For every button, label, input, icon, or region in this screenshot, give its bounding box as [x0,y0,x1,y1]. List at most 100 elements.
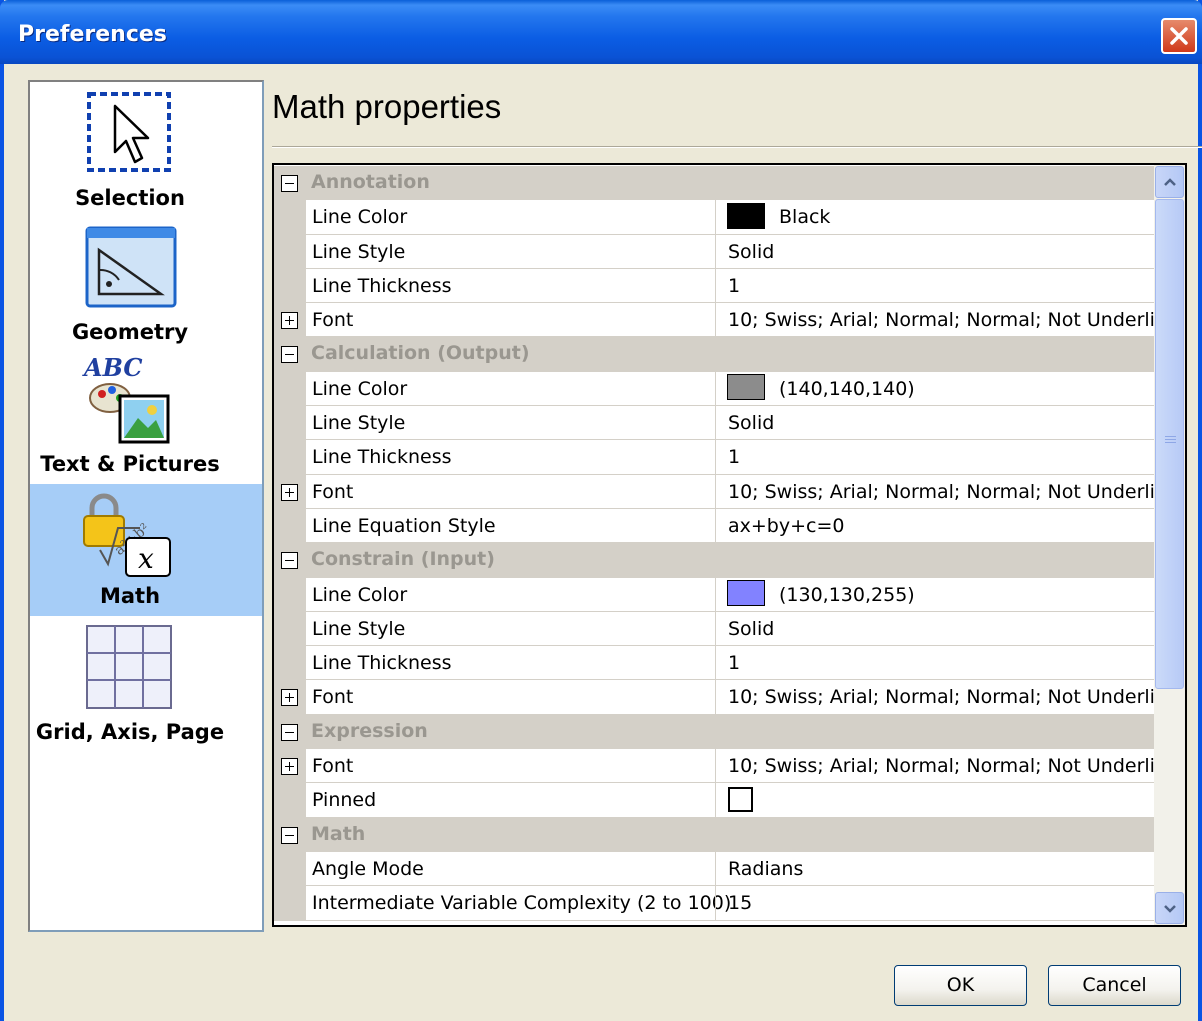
property-value[interactable]: Solid [715,406,1154,441]
category-name: Expression [311,719,428,742]
property-row[interactable]: Font 10; Swiss; Arial; Normal; Normal; No… [274,474,1154,509]
property-value-text: Solid [728,412,775,435]
math-icon: a²+b² x [83,493,171,577]
property-row[interactable]: Line Style Solid [274,406,1154,441]
category-row[interactable]: Annotation [274,166,1154,201]
collapse-icon[interactable] [281,175,298,192]
property-value[interactable]: 1 [715,646,1154,681]
title-bar[interactable]: Preferences [0,0,1202,64]
chevron-down-icon [1164,905,1176,913]
preferences-window: Preferences Selection Geometry ABC Text … [0,0,1202,1021]
category-row[interactable]: Math [274,817,1154,852]
property-row[interactable]: Intermediate Variable Complexity (2 to 1… [274,886,1154,921]
window-title: Preferences [18,22,167,47]
property-value-text: 15 [728,892,753,915]
color-swatch [727,580,765,607]
property-row[interactable]: Pinned [274,783,1154,818]
cancel-button[interactable]: Cancel [1048,965,1181,1006]
category-label: Text & Pictures [40,452,220,476]
scroll-up-button[interactable] [1155,166,1184,198]
property-row[interactable]: Line Style Solid [274,611,1154,647]
category-geometry[interactable]: Geometry [30,218,262,350]
geometry-triangle-icon [85,226,177,308]
close-button[interactable] [1161,18,1197,54]
property-name: Line Thickness [306,269,715,304]
property-row[interactable]: Line Thickness 1 [274,268,1154,304]
category-selection[interactable]: Selection [30,82,262,214]
category-label: Geometry [71,320,189,344]
property-value[interactable]: 10; Swiss; Arial; Normal; Normal; Not Un… [715,680,1154,715]
property-row[interactable]: Font 10; Swiss; Arial; Normal; Normal; No… [274,749,1154,784]
property-row[interactable]: Line Color Black [274,200,1154,235]
collapse-icon[interactable] [281,552,298,570]
property-row[interactable]: Angle Mode Radians [274,851,1154,887]
expand-icon[interactable] [281,483,298,501]
property-row[interactable]: Font 10; Swiss; Arial; Normal; Normal; No… [274,303,1154,338]
category-label: Selection [75,186,185,210]
property-value[interactable]: Solid [715,611,1154,647]
property-value[interactable] [715,783,1154,818]
property-row[interactable]: Line Thickness 1 [274,646,1154,681]
property-value[interactable]: 1 [715,268,1154,304]
row-gutter [274,646,306,681]
row-gutter [274,440,306,475]
property-name: Font [306,749,715,784]
collapse-icon[interactable] [281,346,298,364]
scroll-down-button[interactable] [1155,892,1184,924]
property-value[interactable]: Radians [715,851,1154,887]
scroll-thumb[interactable] [1155,199,1184,689]
row-gutter [274,234,306,269]
property-value-text: Solid [728,240,775,263]
property-row[interactable]: Line Color (140,140,140) [274,371,1154,407]
property-row[interactable]: Line Color (130,130,255) [274,577,1154,612]
property-value[interactable]: 10; Swiss; Arial; Normal; Normal; Not Un… [715,474,1154,509]
row-gutter [274,886,306,921]
property-value[interactable]: (130,130,255) [715,577,1154,612]
category-math[interactable]: a²+b² x Math [30,484,262,616]
property-value[interactable]: ax+by+c=0 [715,508,1154,544]
property-value-text: (130,130,255) [779,583,915,606]
category-row[interactable]: Constrain (Input) [274,543,1154,578]
property-name: Font [306,303,715,338]
property-value[interactable]: 15 [715,886,1154,921]
category-name: Constrain (Input) [311,548,495,571]
property-value-text: 10; Swiss; Arial; Normal; Normal; Not Un… [728,309,1154,332]
property-grid: Annotation Line Color Black Line Style Solid… [272,163,1187,927]
row-gutter [274,474,306,509]
property-value[interactable]: 1 [715,440,1154,475]
collapse-icon[interactable] [281,826,298,844]
row-gutter [274,611,306,647]
property-value[interactable]: (140,140,140) [715,371,1154,407]
property-value[interactable]: 10; Swiss; Arial; Normal; Normal; Not Un… [715,303,1154,338]
property-name: Line Thickness [306,440,715,475]
expand-icon[interactable] [281,689,298,707]
category-label: Math [99,584,161,608]
expand-icon[interactable] [281,312,298,330]
property-value[interactable]: 10; Swiss; Arial; Normal; Normal; Not Un… [715,749,1154,784]
property-value-text: 10; Swiss; Arial; Normal; Normal; Not Un… [728,686,1154,709]
title-divider [272,146,1202,148]
category-grid-axis-page[interactable]: Grid, Axis, Page [30,620,262,752]
category-text-pictures[interactable]: ABC Text & Pictures [30,352,262,484]
vertical-scrollbar[interactable] [1154,165,1185,925]
category-name: Annotation [311,171,430,193]
property-value-text: 1 [728,652,741,675]
property-row[interactable]: Font 10; Swiss; Arial; Normal; Normal; No… [274,680,1154,715]
ok-button[interactable]: OK [894,965,1027,1006]
property-row[interactable]: Line Style Solid [274,234,1154,269]
category-row[interactable]: Calculation (Output) [274,337,1154,372]
property-row[interactable]: Line Thickness 1 [274,440,1154,475]
pinned-checkbox[interactable] [728,786,753,812]
category-row[interactable]: Expression [274,714,1154,750]
expand-icon[interactable] [281,758,298,776]
row-gutter [274,783,306,818]
property-row[interactable]: Line Equation Style ax+by+c=0 [274,508,1154,544]
property-value[interactable]: Black [715,200,1154,235]
row-gutter [274,200,306,235]
property-value-text: 1 [728,274,741,297]
row-gutter [274,577,306,612]
property-value[interactable]: Solid [715,234,1154,269]
text-pictures-icon: ABC [82,353,170,444]
collapse-icon[interactable] [281,723,298,741]
category-label: Grid, Axis, Page [35,720,225,744]
